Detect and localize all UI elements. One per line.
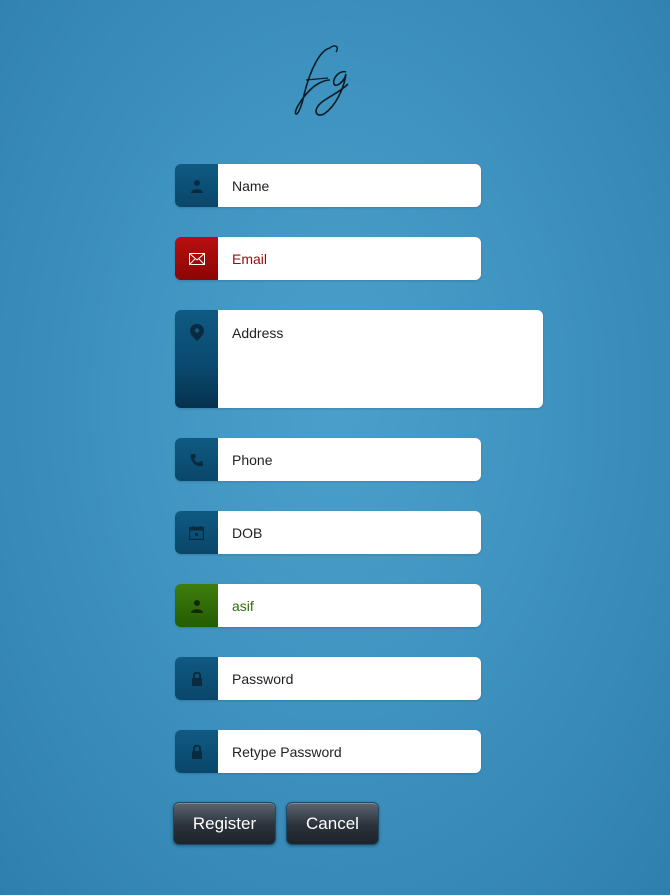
user-icon (175, 584, 218, 627)
register-button[interactable]: Register (173, 802, 276, 845)
username-input[interactable]: asif (218, 584, 481, 627)
lock-icon (175, 657, 218, 700)
user-icon (175, 164, 218, 207)
address-field[interactable]: Address (175, 310, 543, 408)
email-field[interactable]: Email (175, 237, 481, 280)
retype-password-field[interactable]: Retype Password (175, 730, 481, 773)
name-field[interactable]: Name (175, 164, 481, 207)
name-input[interactable]: Name (218, 164, 481, 207)
password-input[interactable]: Password (218, 657, 481, 700)
password-field[interactable]: Password (175, 657, 481, 700)
phone-field[interactable]: Phone (175, 438, 481, 481)
email-input[interactable]: Email (218, 237, 481, 280)
username-field[interactable]: asif (175, 584, 481, 627)
phone-input[interactable]: Phone (218, 438, 481, 481)
address-textarea[interactable]: Address (218, 310, 543, 408)
retype-password-input[interactable]: Retype Password (218, 730, 481, 773)
map-pin-icon (175, 310, 218, 408)
calendar-icon (175, 511, 218, 554)
dob-input[interactable]: DOB (218, 511, 481, 554)
envelope-icon (175, 237, 218, 280)
logo-image (294, 45, 349, 116)
phone-icon (175, 438, 218, 481)
cancel-button[interactable]: Cancel (286, 802, 379, 845)
lock-icon (175, 730, 218, 773)
dob-field[interactable]: DOB (175, 511, 481, 554)
